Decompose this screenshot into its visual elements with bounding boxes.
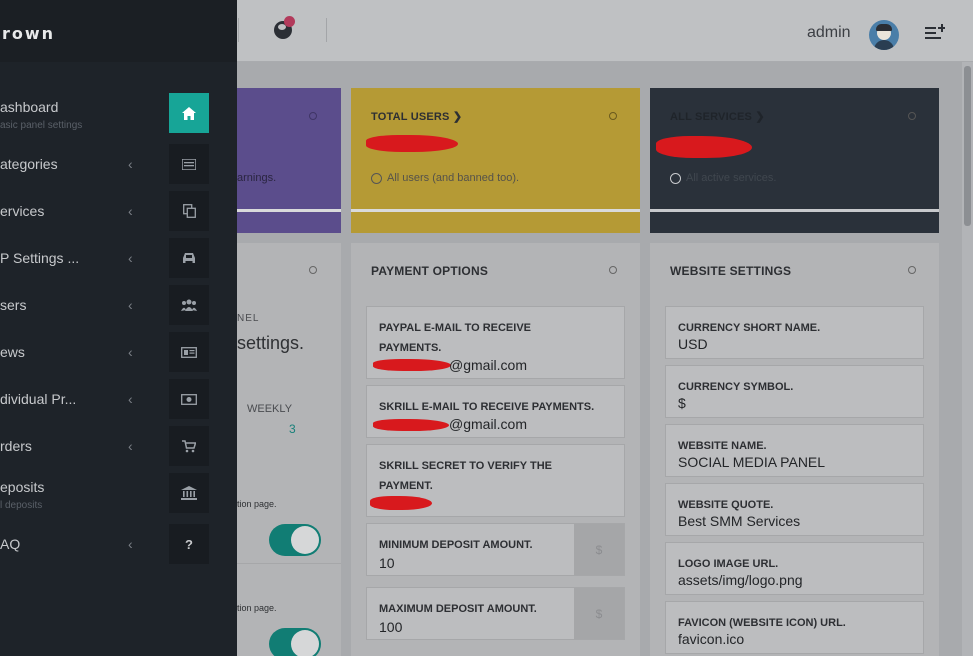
chevron-left-icon: ‹ [128,203,133,219]
card-menu-icon[interactable] [309,266,317,274]
weekly-value: 3 [289,422,296,436]
website-quote-field[interactable]: WEBSITE QUOTE. Best SMM Services [665,483,924,536]
chevron-left-icon: ‹ [128,156,133,172]
sidebar-item-categories[interactable]: ategories ‹ [0,156,160,172]
progress-bar [650,209,939,212]
total-users-sub: All users (and banned too). [371,172,519,184]
redacted-value [373,359,451,371]
sidebar-item-orders[interactable]: rders ‹ [0,438,160,454]
sidebar-item-users[interactable]: sers ‹ [0,297,160,313]
toggle-switch[interactable] [269,628,321,656]
divider [326,18,327,42]
sidebar-item-services[interactable]: ervices ‹ [0,203,160,219]
home-icon[interactable] [169,93,209,133]
sidebar-item-api-settings[interactable]: P Settings ... ‹ [0,250,160,266]
chevron-left-icon: ‹ [128,536,133,552]
question-icon[interactable]: ? [169,524,209,564]
panel-title: PAYMENT OPTIONS [371,264,489,278]
sidebar-item-deposits[interactable]: eposits l deposits [0,479,160,511]
website-name-field[interactable]: WEBSITE NAME. SOCIAL MEDIA PANEL [665,424,924,477]
page-scrollbar[interactable] [962,62,973,656]
car-icon[interactable] [169,238,209,278]
weekly-label: WEEKLY [247,403,293,415]
favicon-url-field[interactable]: FAVICON (WEBSITE ICON) URL. favicon.ico [665,601,924,654]
list-icon[interactable] [169,144,209,184]
website-settings-panel: WEBSITE SETTINGS CURRENCY SHORT NAME. US… [650,243,939,656]
currency-addon: $ [574,524,624,575]
card-menu-icon[interactable] [309,112,317,120]
sidebar-item-faq[interactable]: AQ ‹ [0,536,160,552]
paypal-email-field[interactable]: PAYPAL E-MAIL TO RECEIVE PAYMENTS. @gmai… [366,306,625,379]
redacted-value [366,135,458,152]
all-services-title[interactable]: ALL SERVICES ❯ [670,110,765,123]
sidebar-item-dashboard[interactable]: ashboard asic panel settings [0,99,160,131]
users-icon[interactable] [169,285,209,325]
bank-icon[interactable] [169,473,209,513]
earnings-sub: arnings. [237,172,277,184]
min-deposit-field[interactable]: MINIMUM DEPOSIT AMOUNT. 10 $ [366,523,625,576]
notification-badge [284,16,295,27]
copy-icon[interactable] [169,191,209,231]
user-name[interactable]: admin [807,24,851,42]
chevron-left-icon: ‹ [128,297,133,313]
option-text: tion page. [237,603,277,613]
money-icon[interactable] [169,379,209,419]
skrill-secret-field[interactable]: SKRILL SECRET TO VERIFY THE PAYMENT. [366,444,625,517]
redacted-value [373,419,449,431]
all-services-sub: All active services. [670,172,776,184]
scrollbar-thumb[interactable] [964,66,971,226]
progress-bar [237,209,341,212]
total-users-card: TOTAL USERS ❯ All users (and banned too)… [351,88,640,233]
toggle-switch[interactable] [269,524,321,556]
chevron-left-icon: ‹ [128,438,133,454]
card-menu-icon[interactable] [908,266,916,274]
payment-options-panel: PAYMENT OPTIONS PAYPAL E-MAIL TO RECEIVE… [351,243,640,656]
brand-header: rown [0,0,237,62]
panel-label: NEL [237,313,260,324]
circle-icon [670,172,681,184]
currency-short-name-field[interactable]: CURRENCY SHORT NAME. USD [665,306,924,359]
currency-symbol-field[interactable]: CURRENCY SYMBOL. $ [665,365,924,418]
user-avatar-icon[interactable] [869,20,899,50]
total-users-title[interactable]: TOTAL USERS ❯ [371,110,462,123]
sidebar-item-individual-prices[interactable]: dividual Pr... ‹ [0,391,160,407]
progress-bar [351,209,640,212]
circle-icon [371,172,382,184]
chevron-left-icon: ‹ [128,250,133,266]
card-menu-icon[interactable] [908,112,916,120]
chevron-left-icon: ‹ [128,391,133,407]
sidebar-item-news[interactable]: ews ‹ [0,344,160,360]
divider [238,18,239,42]
partial-settings-panel: NEL settings. WEEKLY 3 tion page. tion p… [237,243,341,656]
cart-icon[interactable] [169,426,209,466]
brand-logo[interactable]: rown [2,24,55,43]
playlist-add-icon[interactable] [925,24,945,41]
panel-settings-text: settings. [237,333,305,353]
all-services-card: ALL SERVICES ❯ All active services. [650,88,939,233]
skrill-email-field[interactable]: SKRILL E-MAIL TO RECEIVE PAYMENTS. @gmai… [366,385,625,438]
currency-addon: $ [574,588,624,639]
card-menu-icon[interactable] [609,112,617,120]
redacted-value [656,136,752,158]
option-text: tion page. [237,499,277,509]
newspaper-icon[interactable] [169,332,209,372]
card-menu-icon[interactable] [609,266,617,274]
panel-title: WEBSITE SETTINGS [670,264,792,278]
chevron-left-icon: ‹ [128,344,133,360]
redacted-value [370,496,432,510]
max-deposit-field[interactable]: MAXIMUM DEPOSIT AMOUNT. 100 $ [366,587,625,640]
earnings-card: arnings. [237,88,341,233]
sidebar: rown ashboard asic panel settings ategor… [0,0,237,656]
logo-url-field[interactable]: LOGO IMAGE URL. assets/img/logo.png [665,542,924,595]
